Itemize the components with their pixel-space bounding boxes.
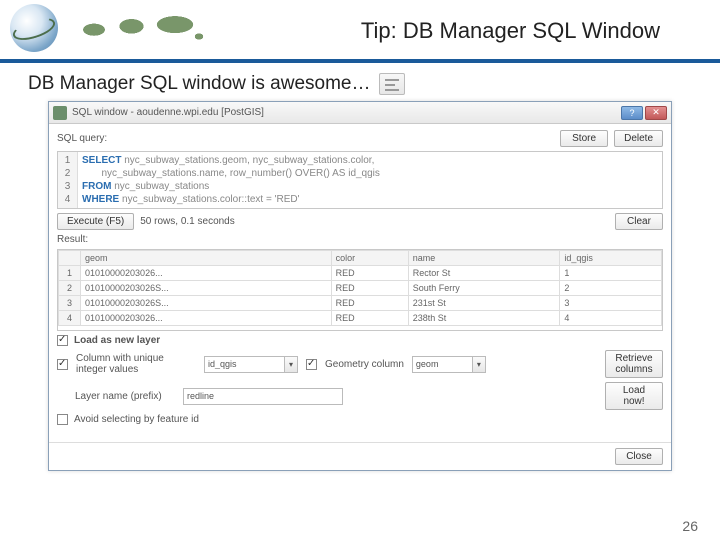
sql-text: SELECT nyc_subway_stations.geom, nyc_sub… <box>78 152 384 208</box>
unique-col-combo[interactable]: ▾ <box>204 356 298 373</box>
app-icon <box>53 106 67 120</box>
close-button[interactable]: Close <box>615 448 663 465</box>
delete-button[interactable]: Delete <box>614 130 663 147</box>
intro-text: DB Manager SQL window is awesome… <box>28 73 371 95</box>
avoid-feature-id-label: Avoid selecting by feature id <box>74 414 199 425</box>
layer-name-input[interactable] <box>183 388 343 405</box>
sql-query-label: SQL query: <box>57 133 107 144</box>
load-as-layer-label: Load as new layer <box>74 335 160 346</box>
table-row[interactable]: 301010000203026S...RED231st St3 <box>59 296 662 311</box>
help-button[interactable]: ? <box>621 106 643 120</box>
geom-col-label: Geometry column <box>325 359 404 370</box>
load-as-layer-checkbox[interactable] <box>57 335 68 346</box>
title-underline <box>0 59 720 63</box>
sql-window: SQL window - aoudenne.wpi.edu [PostGIS] … <box>48 101 672 471</box>
window-close-button[interactable]: ✕ <box>645 106 667 120</box>
geom-col-checkbox[interactable] <box>306 359 317 370</box>
geom-col-input[interactable] <box>412 356 472 373</box>
sql-gutter: 1 2 3 4 <box>58 152 78 208</box>
slide-header: Tip: DB Manager SQL Window <box>0 0 720 55</box>
unique-col-checkbox[interactable] <box>57 359 68 370</box>
table-row[interactable]: 401010000203026...RED238th St4 <box>59 311 662 326</box>
layer-name-label: Layer name (prefix) <box>75 391 175 402</box>
avoid-feature-id-checkbox[interactable] <box>57 414 68 425</box>
execute-stats: 50 rows, 0.1 seconds <box>140 216 235 227</box>
table-row[interactable]: 101010000203026...REDRector St1 <box>59 266 662 281</box>
unique-col-label: Column with unique integer values <box>76 353 196 375</box>
intro-line: DB Manager SQL window is awesome… <box>0 73 720 95</box>
chevron-down-icon[interactable]: ▾ <box>284 356 298 373</box>
table-row[interactable]: 201010000203026S...REDSouth Ferry2 <box>59 281 662 296</box>
chevron-down-icon[interactable]: ▾ <box>472 356 486 373</box>
titlebar: SQL window - aoudenne.wpi.edu [PostGIS] … <box>49 102 671 124</box>
geom-col-combo[interactable]: ▾ <box>412 356 486 373</box>
store-button[interactable]: Store <box>560 130 608 147</box>
unique-col-input[interactable] <box>204 356 284 373</box>
result-grid[interactable]: geom color name id_qgis 101010000203026.… <box>57 249 663 331</box>
globe-icon <box>10 4 58 52</box>
slide-title: Tip: DB Manager SQL Window <box>361 18 660 44</box>
sql-window-icon <box>379 73 405 95</box>
execute-button[interactable]: Execute (F5) <box>57 213 134 230</box>
clear-button[interactable]: Clear <box>615 213 663 230</box>
window-title: SQL window - aoudenne.wpi.edu [PostGIS] <box>72 107 264 118</box>
load-now-button[interactable]: Load now! <box>605 382 663 410</box>
sql-editor[interactable]: 1 2 3 4 SELECT nyc_subway_stations.geom,… <box>57 151 663 209</box>
world-map-icon <box>64 11 214 45</box>
result-header-row: geom color name id_qgis <box>59 251 662 266</box>
retrieve-columns-button[interactable]: Retrieve columns <box>605 350 663 378</box>
page-number: 26 <box>682 518 698 534</box>
result-label: Result: <box>57 234 663 245</box>
